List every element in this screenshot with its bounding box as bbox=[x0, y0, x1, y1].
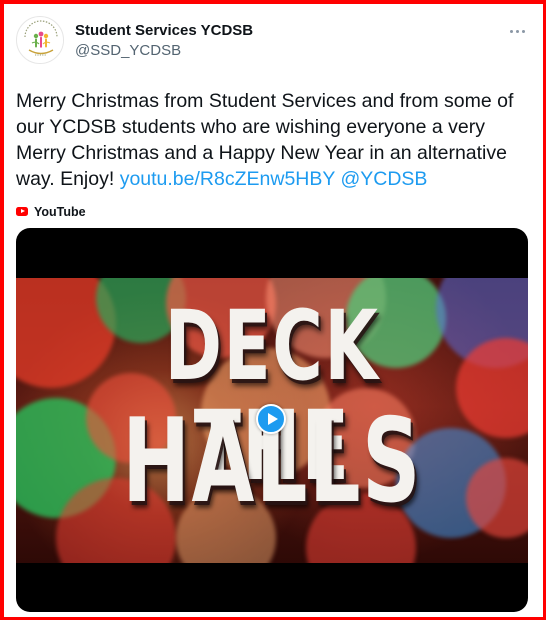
avatar[interactable] bbox=[16, 16, 64, 64]
author-handle[interactable]: @SSD_YCDSB bbox=[75, 41, 253, 60]
video-thumbnail[interactable]: DECK THE HALLS bbox=[16, 228, 528, 612]
media-source-label: YouTube bbox=[34, 205, 86, 219]
student-services-logo bbox=[19, 19, 63, 63]
youtube-icon bbox=[16, 207, 28, 216]
tweet-text: Merry Christmas from Student Services an… bbox=[16, 88, 526, 192]
tweet-header: Student Services YCDSB @SSD_YCDSB bbox=[14, 12, 532, 68]
more-dots-icon[interactable] bbox=[508, 22, 528, 42]
tweet-card[interactable]: Student Services YCDSB @SSD_YCDSB Merry … bbox=[14, 12, 532, 612]
mention-link[interactable]: @YCDSB bbox=[340, 168, 427, 190]
author-names: Student Services YCDSB @SSD_YCDSB bbox=[75, 21, 253, 60]
author-display-name[interactable]: Student Services YCDSB bbox=[75, 21, 253, 40]
video-link[interactable]: youtu.be/R8cZEnw5HBY bbox=[120, 168, 335, 190]
play-icon[interactable] bbox=[256, 404, 286, 434]
